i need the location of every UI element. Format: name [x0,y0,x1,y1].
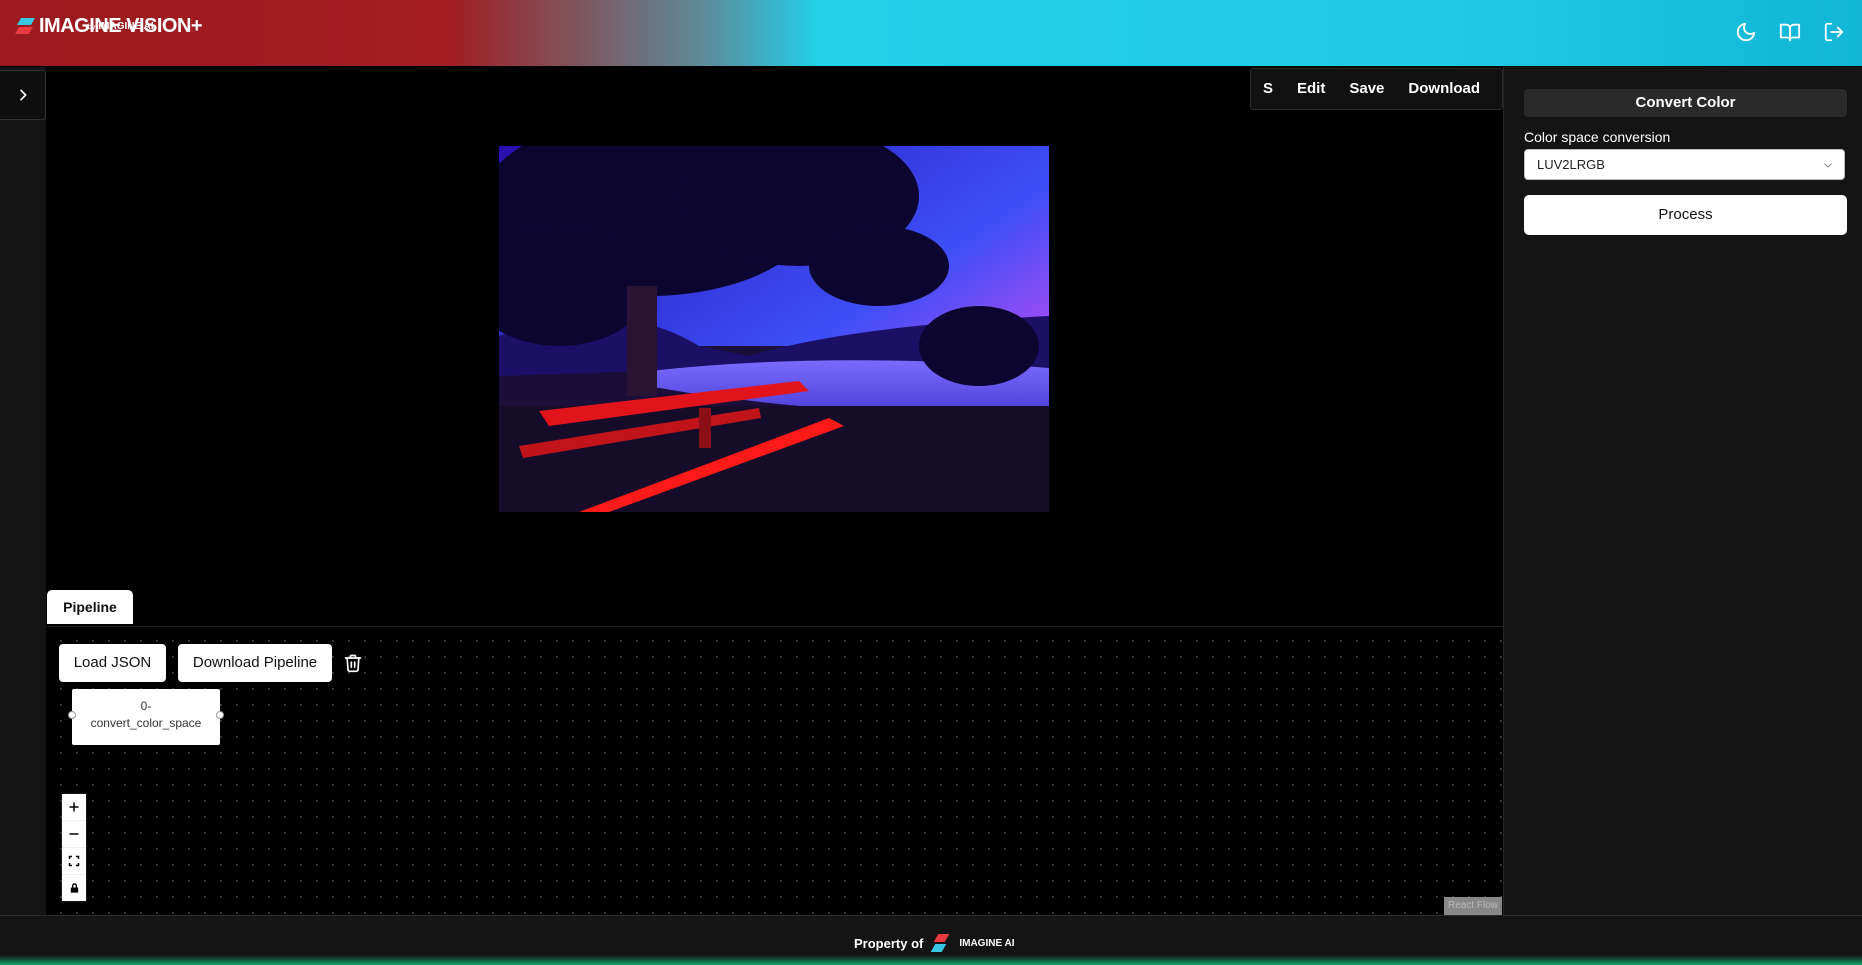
lock-button[interactable] [62,875,86,901]
image-toolbar: S Edit Save Download [1250,68,1503,110]
toolbar-save-button[interactable]: Save [1337,69,1396,109]
image-canvas [499,146,1049,512]
fit-view-button[interactable] [62,848,86,875]
footer-logo-icon [931,932,951,954]
logout-icon[interactable] [1821,19,1847,45]
plus-icon [69,802,79,812]
toolbar-edit-button[interactable]: Edit [1285,69,1337,109]
minus-icon [69,833,79,835]
chevron-right-icon [19,89,26,101]
lock-icon [70,883,78,893]
load-json-button[interactable]: Load JSON [59,644,166,682]
process-button[interactable]: Process [1524,195,1847,235]
flow-controls [62,794,86,901]
top-header: IMAGINE VISION+ by IMAGINE AI [0,0,1862,66]
toolbar-download-button[interactable]: Download [1396,69,1492,109]
node-output-handle[interactable] [216,711,224,719]
node-index: 0- [140,699,152,713]
fit-view-icon [68,855,80,867]
left-sidebar [0,67,46,915]
zoom-in-button[interactable] [62,794,86,821]
expand-sidebar-button[interactable] [0,70,46,120]
footer: Property of IMAGINE AI [0,915,1862,965]
pipeline-canvas[interactable]: Load JSON Download Pipeline 0- convert_c… [47,626,1503,917]
brand-by: by [88,24,96,31]
brand-subtitle: by IMAGINE AI [88,21,154,32]
moon-icon[interactable] [1733,19,1759,45]
brand-sub-name: IMAGINE AI [98,21,154,32]
pipeline-node[interactable]: 0- convert_color_space [68,689,224,745]
download-pipeline-button[interactable]: Download Pipeline [178,644,332,682]
toolbar-s-button[interactable]: S [1251,69,1285,109]
brand-logo-icon [14,18,36,36]
zoom-out-button[interactable] [62,821,86,848]
footer-property-text: Property of [854,935,924,951]
select-value: LUV2LRGB [1537,157,1605,172]
node-input-handle[interactable] [68,711,76,719]
footer-logo-text: IMAGINE AI [959,937,1015,949]
pipeline-tab[interactable]: Pipeline [47,590,133,624]
book-icon[interactable] [1777,19,1803,45]
chevron-down-icon [1824,163,1832,168]
react-flow-attribution[interactable]: React Flow [1444,897,1502,915]
color-space-select[interactable]: LUV2LRGB [1524,149,1845,180]
settings-panel: Convert Color Color space conversion LUV… [1503,67,1862,915]
color-space-label: Color space conversion [1524,129,1671,145]
processed-image [499,146,1049,512]
panel-title: Convert Color [1524,89,1847,117]
node-name: convert_color_space [90,716,202,730]
trash-icon[interactable] [343,652,363,679]
